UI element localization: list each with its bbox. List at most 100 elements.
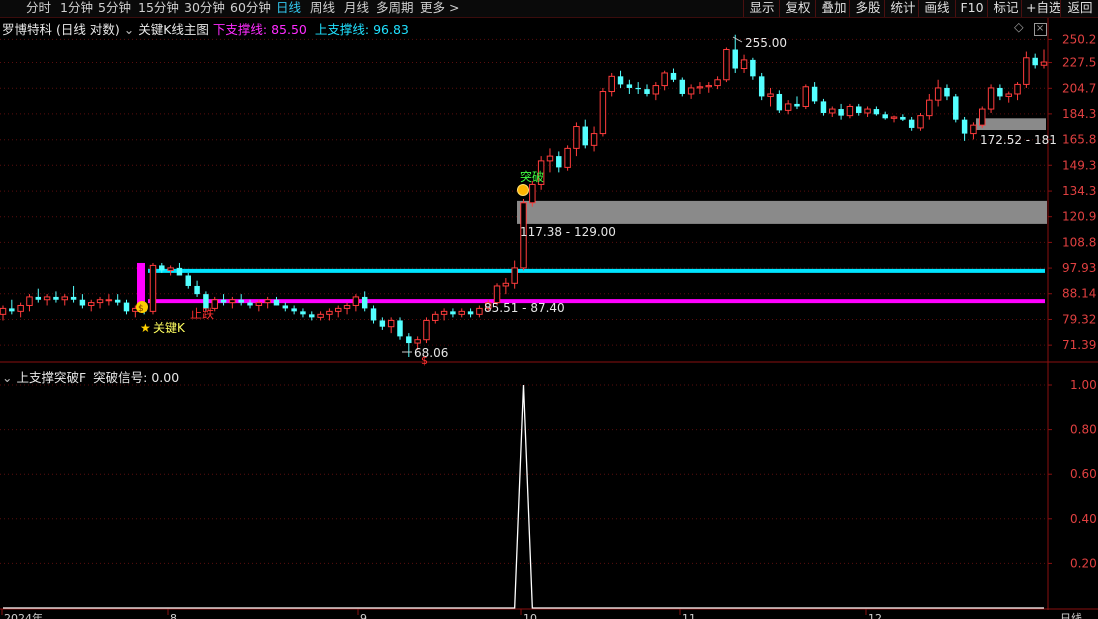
candle-body (564, 147, 571, 168)
toolbar-button-3[interactable]: 多股 (849, 0, 886, 17)
price-axis-label: 97.93 (1062, 261, 1096, 275)
date-label: 2024年 (4, 611, 43, 619)
candle-body (908, 119, 915, 128)
toolbar-button-0[interactable]: 显示 (743, 0, 780, 17)
candle-body (406, 336, 412, 344)
candle-body (882, 114, 888, 119)
candle-body (343, 304, 351, 309)
candle-body (96, 299, 104, 304)
date-label: 12 (868, 612, 882, 619)
candle-body (546, 155, 554, 162)
candle-body (0, 307, 7, 315)
candle-body (238, 299, 244, 303)
toolbar-button-4[interactable]: 统计 (884, 0, 921, 17)
candle-body (644, 89, 650, 94)
period-tab-5[interactable]: 60分钟 (230, 0, 271, 17)
toolbar-button-2[interactable]: 叠加 (815, 0, 852, 17)
price-axis-label: 79.32 (1062, 312, 1096, 326)
sub-indicator-name[interactable]: 上支撑突破F (16, 370, 86, 385)
candle-body (361, 296, 368, 309)
candle-body (794, 103, 800, 107)
candle-body (432, 313, 439, 321)
candle-body (864, 108, 871, 114)
candle-body (53, 296, 59, 300)
breakthrough-label: 突破 (520, 169, 544, 184)
candle-body (352, 296, 360, 306)
candle-body (926, 99, 933, 117)
candle-body (856, 106, 862, 113)
period-tab-9[interactable]: 多周期 (376, 0, 414, 17)
candle-body (934, 87, 942, 101)
candle-body (608, 75, 615, 93)
stop-fall-label: 止跌 (190, 306, 214, 321)
candle-body (35, 296, 42, 300)
period-tab-4[interactable]: 30分钟 (184, 0, 225, 17)
price-axis-label: 204.7 (1062, 81, 1096, 95)
candle-body (26, 296, 33, 306)
period-tab-10[interactable]: 更多 > (420, 0, 459, 17)
candle-body (784, 103, 792, 111)
upper-support-value: 96.83 (373, 22, 409, 37)
candle-body (776, 93, 783, 111)
chart-canvas[interactable]: 255.00 68.06 突破 117.38 - 129.00 85.51 - 87.4… (0, 0, 1098, 619)
toolbar-button-7[interactable]: 标记 (987, 0, 1024, 17)
period-tab-7[interactable]: 周线 (310, 0, 335, 17)
sub-axis-label: 0.60 (1070, 467, 1097, 481)
toolbar-button-9[interactable]: 返回 (1060, 0, 1098, 17)
candle-body (652, 85, 660, 95)
candle-body (556, 156, 562, 168)
candle-body (450, 311, 456, 315)
close-icon[interactable]: × (1033, 23, 1047, 36)
red-dollar-icon: $ (421, 354, 428, 367)
collapse-icon[interactable]: ⌄ (124, 22, 134, 37)
price-axis-label: 88.14 (1062, 287, 1096, 301)
candle-body (291, 308, 297, 312)
sub-collapse-icon[interactable]: ⌄ (2, 370, 12, 385)
indicator-name[interactable]: 关键K线主图 (138, 22, 209, 37)
candle-body (1005, 93, 1012, 97)
candle-body (194, 285, 200, 295)
candle-body (255, 302, 263, 306)
zone-right-label: 172.52 - 181 (980, 133, 1057, 147)
period-tab-8[interactable]: 月线 (344, 0, 369, 17)
toolbar-button-1[interactable]: 复权 (779, 0, 816, 17)
lower-support-label: 下支撑线: (212, 22, 268, 37)
price-axis-label: 227.5 (1062, 56, 1096, 70)
date-label: 11 (682, 612, 696, 619)
candle-body (317, 313, 324, 318)
candle-body (282, 305, 289, 309)
candle-body (873, 109, 880, 115)
period-tab-0[interactable]: 分时 (26, 0, 51, 17)
candle-body (335, 307, 342, 312)
candle-body (440, 310, 448, 315)
candle-body (167, 267, 174, 271)
price-axis-label: 149.3 (1062, 158, 1096, 172)
toolbar-button-5[interactable]: 画线 (918, 0, 955, 17)
candle-body (1040, 61, 1048, 66)
candle-body (149, 264, 157, 312)
candle-body (423, 319, 430, 341)
date-period-label: 日线 (1060, 611, 1082, 619)
period-tab-1[interactable]: 1分钟 (60, 0, 93, 17)
period-tab-3[interactable]: 15分钟 (138, 0, 179, 17)
candle-body (370, 308, 377, 321)
low-price-label: 68.06 (414, 346, 448, 360)
candle-body (696, 86, 704, 89)
candle-body (264, 299, 271, 304)
candle-body (1032, 57, 1038, 66)
sub-axis-label: 0.80 (1070, 423, 1097, 437)
candle-body (185, 275, 191, 286)
candle-body (661, 72, 668, 87)
candle-body (476, 307, 483, 315)
key-k-label: 关键K (153, 321, 186, 335)
candle-body (732, 49, 738, 69)
toolbar-button-8[interactable]: +自选 (1021, 0, 1061, 17)
candle-body (723, 49, 730, 81)
diamond-icon[interactable]: ◇ (1014, 19, 1024, 34)
candle-body (802, 86, 810, 107)
toolbar-button-6[interactable]: F10 (955, 0, 988, 17)
signal-line (3, 384, 1044, 609)
period-tab-6[interactable]: 日线 (276, 0, 301, 17)
period-tab-2[interactable]: 5分钟 (98, 0, 131, 17)
candle-body (17, 304, 24, 312)
